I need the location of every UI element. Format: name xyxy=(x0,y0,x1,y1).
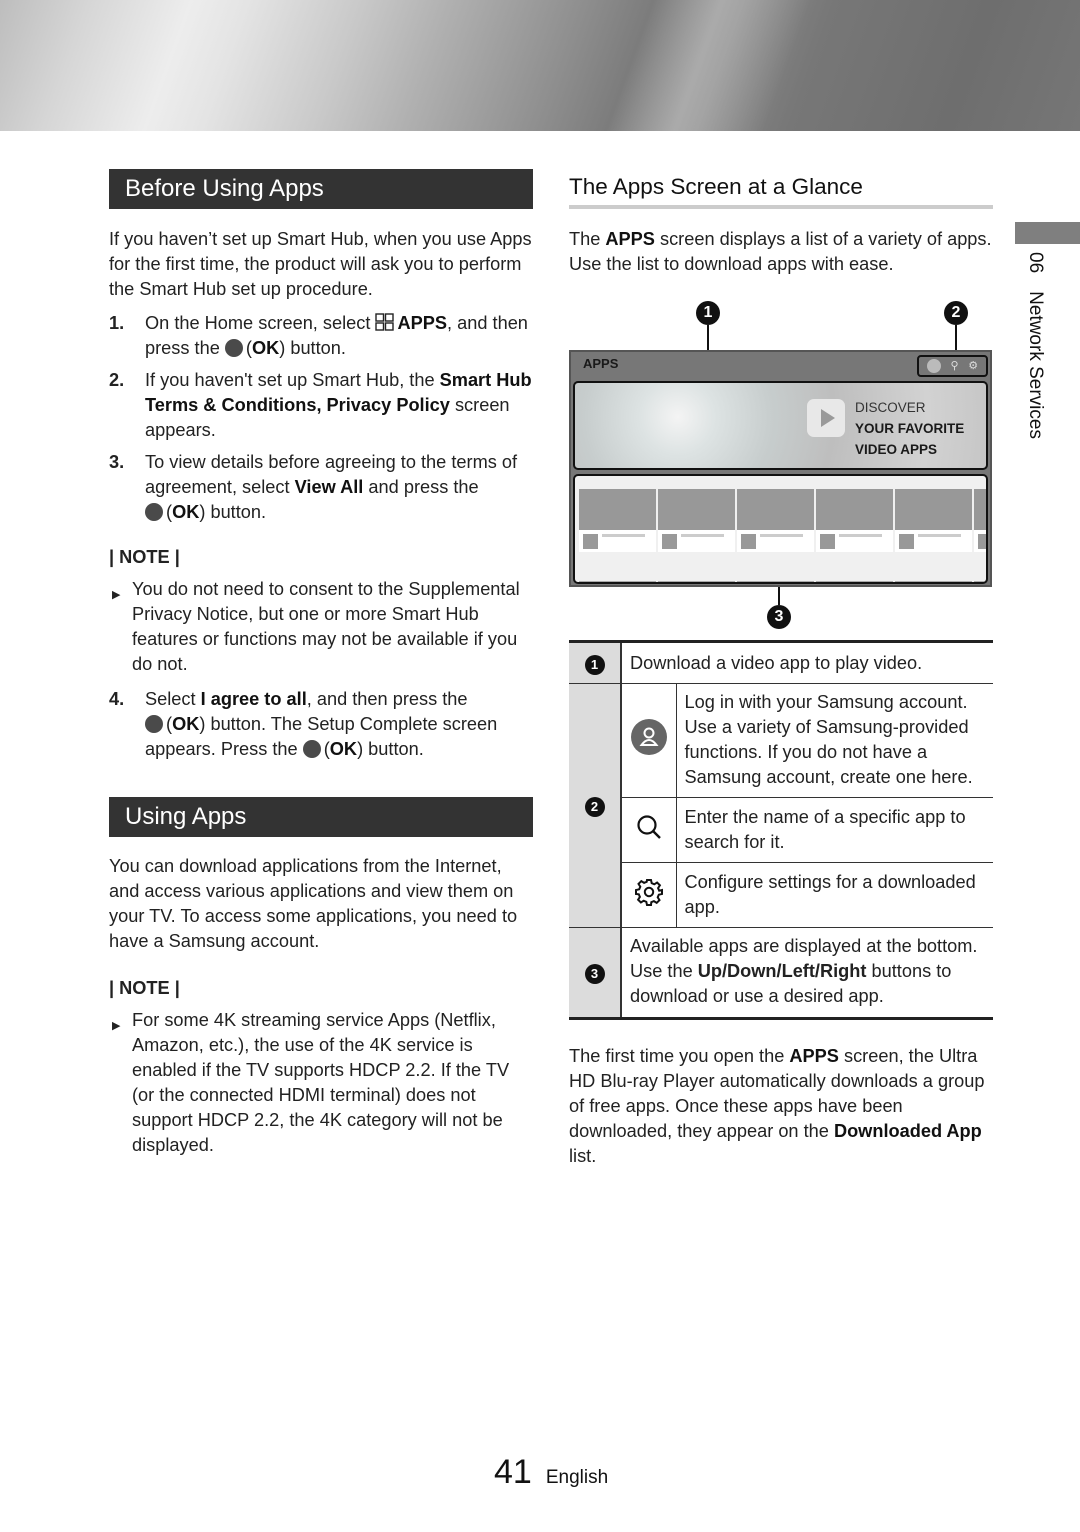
callout-2: 2 xyxy=(944,301,968,325)
triangle-bullet-icon: ▶ xyxy=(112,1020,121,1032)
page-language: English xyxy=(545,1467,609,1488)
callout-badge: 1 xyxy=(584,654,605,675)
legend-row-2a: 2 Log in with your Samsung account. Use … xyxy=(569,683,993,928)
ok-button-icon xyxy=(145,503,163,521)
step-3: 3. To view details before agreeing to th… xyxy=(109,450,533,525)
note-item: ▶ You do not need to consent to the Supp… xyxy=(109,577,533,677)
gear-icon xyxy=(634,878,663,906)
available-apps-row xyxy=(573,474,988,584)
note-label: | NOTE | xyxy=(109,978,180,998)
legend-row-2c: Configure settings for a downloaded app. xyxy=(569,862,993,928)
callout-3: 3 xyxy=(767,605,791,629)
left-column: Before Using Apps If you haven’t set up … xyxy=(109,169,533,1158)
callout-legend-table: 1 Download a video app to play video. 2 … xyxy=(569,640,993,1020)
apps-screen-intro: The APPS screen displays a list of a var… xyxy=(569,229,992,274)
ok-button-icon xyxy=(302,740,321,758)
step-number: 1. xyxy=(109,313,125,333)
search-icon: ⚲ xyxy=(950,360,959,372)
intro-paragraph: If you haven’t set up Smart Hub, when yo… xyxy=(109,229,532,299)
user-icon xyxy=(926,359,941,373)
app-tile xyxy=(658,489,735,582)
step-4: 4. Select I agree to all, and then press… xyxy=(109,687,533,762)
callout-line xyxy=(778,587,780,605)
gear-icon: ⚙ xyxy=(968,360,979,372)
screen-icon-group: ⚲ ⚙ xyxy=(917,355,988,377)
ok-button-icon xyxy=(145,715,163,733)
step-number: 2. xyxy=(109,370,125,390)
step-number: 3. xyxy=(109,452,125,472)
page-number: 41 xyxy=(494,1453,532,1491)
note-label: | NOTE | xyxy=(109,547,180,567)
play-icon xyxy=(807,399,845,437)
app-tile xyxy=(579,489,656,582)
app-tile xyxy=(974,489,986,582)
chapter-tab-marker xyxy=(1015,222,1080,244)
section-title-using-apps: Using Apps xyxy=(109,797,533,837)
app-tile xyxy=(816,489,893,582)
callout-1: 1 xyxy=(696,301,720,325)
step-number: 4. xyxy=(109,689,125,709)
callout-badge: 3 xyxy=(584,964,605,984)
app-tile xyxy=(737,489,814,582)
right-column: The Apps Screen at a Glance The APPS scr… xyxy=(569,169,993,1169)
using-apps-paragraph: You can download applications from the I… xyxy=(109,856,518,951)
apps-screen-mock: APPS ⚲ ⚙ DISCOVER YOUR FAVORITE VIDEO AP… xyxy=(569,350,992,587)
step-1: 1. On the Home screen, select APPS, and … xyxy=(109,311,533,361)
banner-text: DISCOVER YOUR FAVORITE VIDEO APPS xyxy=(855,400,965,457)
screen-title: APPS xyxy=(583,356,619,371)
header-banner xyxy=(0,0,1080,131)
triangle-bullet-icon: ▶ xyxy=(112,589,121,601)
apps-screen-outro: The first time you open the APPS screen,… xyxy=(569,1046,985,1166)
heading-divider xyxy=(569,205,993,209)
page-footer: 41 English xyxy=(494,1453,608,1492)
apps-grid-icon xyxy=(375,313,395,331)
user-icon xyxy=(630,719,667,755)
chapter-number: 06 xyxy=(1025,252,1046,274)
legend-row-1: 1 Download a video app to play video. xyxy=(569,640,993,684)
step-2: 2. If you haven't set up Smart Hub, the … xyxy=(109,368,533,443)
ok-button-icon xyxy=(224,339,243,357)
note-item: ▶ For some 4K streaming service Apps (Ne… xyxy=(109,1008,533,1158)
section-title-apps-screen: The Apps Screen at a Glance xyxy=(569,174,863,199)
apps-screen-illustration: 1 2 APPS ⚲ ⚙ DISCOVER YOUR FAVORITE VIDE… xyxy=(569,293,993,633)
steps-list: 1. On the Home screen, select APPS, and … xyxy=(109,311,533,525)
callout-badge: 2 xyxy=(584,797,605,817)
chapter-side-label: 06 Network Services xyxy=(1022,252,1046,439)
section-title-before-using-apps: Before Using Apps xyxy=(109,169,533,209)
chapter-title: Network Services xyxy=(1025,291,1046,439)
legend-row-2b: Enter the name of a specific app to sear… xyxy=(569,797,993,863)
featured-banner: DISCOVER YOUR FAVORITE VIDEO APPS xyxy=(573,381,988,470)
legend-row-3: 3 Available apps are displayed at the bo… xyxy=(569,927,993,1020)
app-tile xyxy=(895,489,972,582)
search-icon xyxy=(637,814,661,839)
